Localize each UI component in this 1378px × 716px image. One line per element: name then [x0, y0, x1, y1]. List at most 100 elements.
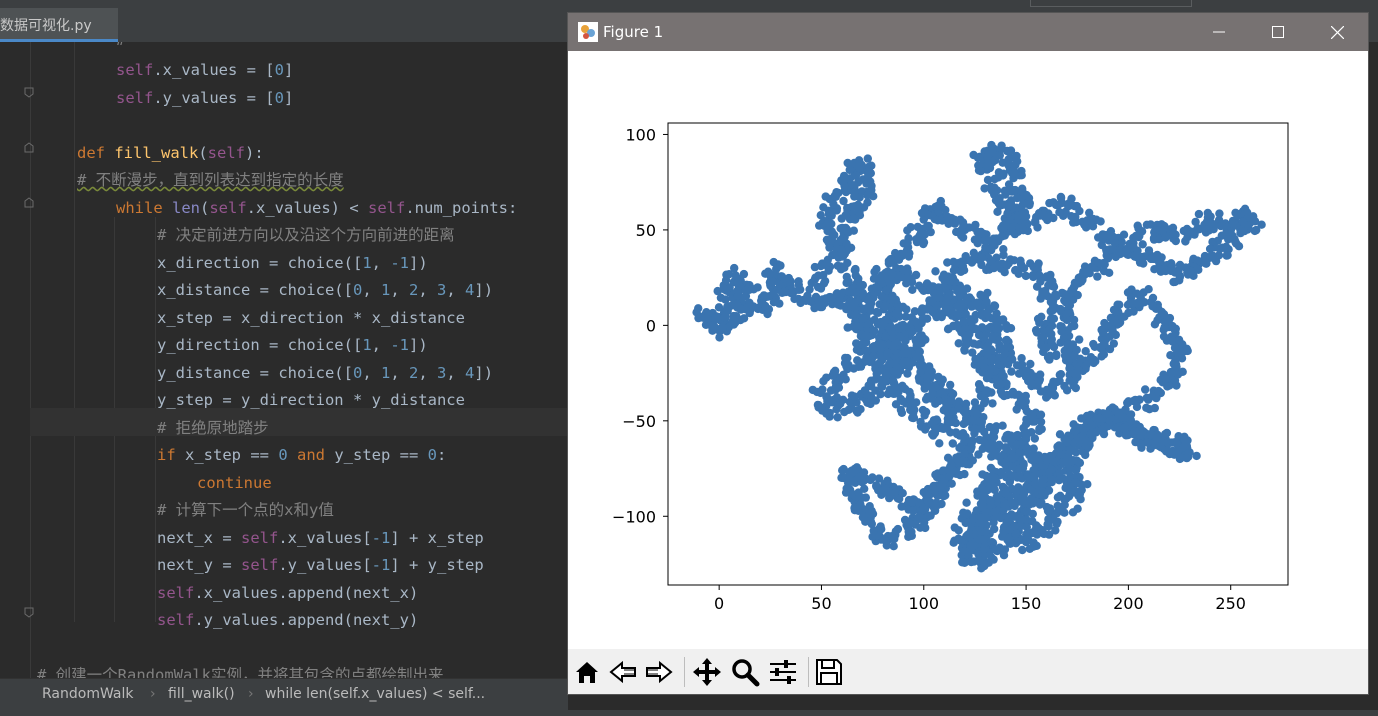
- scatter-point: [884, 259, 894, 268]
- scatter-point: [853, 356, 862, 365]
- scatter-point: [967, 557, 976, 567]
- scatter-point: [919, 505, 928, 514]
- scatter-point: [1018, 493, 1027, 503]
- scatter-point: [860, 484, 869, 493]
- breadcrumb-loop[interactable]: while len(self.x_values) < self...: [265, 686, 485, 702]
- scatter-point: [1035, 426, 1044, 436]
- scatter-point: [982, 342, 991, 352]
- fold-end-icon[interactable]: [24, 607, 34, 618]
- scatter-point: [992, 151, 1002, 160]
- scatter-point: [959, 317, 968, 326]
- scatter-point: [1244, 221, 1253, 230]
- gutter-divider: [30, 42, 31, 678]
- code-token: self: [157, 584, 195, 602]
- code-token: .x_values[: [278, 529, 372, 547]
- code-token: 0: [352, 364, 363, 382]
- scatter-point: [1150, 403, 1159, 413]
- code-token: 2: [409, 364, 419, 382]
- code-token: 3: [437, 364, 447, 382]
- figure-canvas[interactable]: 0 50 100 150 200 250 100 50 0 −50 −100: [568, 51, 1368, 649]
- code-line: next_y = self.y_values[-1] + y_step: [157, 555, 484, 575]
- code-line: # 不断漫步，直到列表达到指定的长度: [77, 170, 344, 190]
- scatter-point: [980, 184, 989, 193]
- scatter-point: [1058, 289, 1068, 298]
- scatter-point: [1056, 193, 1066, 203]
- close-button[interactable]: [1308, 13, 1366, 51]
- code-token: ]): [409, 336, 428, 354]
- scatter-point: [1006, 255, 1015, 264]
- scatter-point: [1063, 437, 1072, 447]
- home-button[interactable]: [570, 654, 604, 690]
- scatter-point: [838, 223, 847, 233]
- forward-button[interactable]: [642, 654, 676, 690]
- code-token: self: [241, 529, 279, 547]
- configure-subplots-button[interactable]: [766, 654, 800, 690]
- code-token: self: [116, 89, 154, 107]
- back-button[interactable]: [606, 654, 640, 690]
- scatter-point: [741, 286, 750, 295]
- fold-start-icon[interactable]: [24, 142, 34, 153]
- scatter-point: [987, 186, 997, 195]
- figure-titlebar[interactable]: Figure 1: [568, 13, 1368, 51]
- x-tick-label: 200: [1113, 594, 1144, 613]
- scatter-point: [816, 284, 826, 293]
- scatter-point: [987, 364, 996, 374]
- code-line: # 计算下一个点的x和y值: [157, 500, 334, 520]
- scatter-point: [1048, 293, 1057, 303]
- fold-start-icon[interactable]: [24, 197, 34, 208]
- scatter-point: [1048, 281, 1057, 291]
- code-token: .x_values) <: [246, 199, 368, 217]
- scatter-point: [1183, 268, 1192, 277]
- scatter-point: [982, 265, 991, 275]
- scatter-point: [1027, 528, 1037, 538]
- scatter-point: [819, 270, 828, 280]
- pan-button[interactable]: [690, 654, 724, 690]
- scatter-point: [1169, 324, 1179, 333]
- code-token: x_direction = choice([: [157, 254, 363, 272]
- scatter-point: [810, 262, 820, 272]
- scatter-point: [808, 385, 817, 395]
- scatter-point: [1057, 327, 1066, 336]
- scatter-point: [1142, 403, 1151, 412]
- scatter-point: [1036, 410, 1046, 419]
- back-icon: [609, 660, 636, 684]
- code-token: ,: [390, 281, 409, 299]
- code-editor[interactable]: # self.x_values = [0]self.y_values = [0]…: [0, 42, 568, 678]
- minimize-button[interactable]: [1190, 13, 1248, 51]
- scatter-point: [1071, 383, 1080, 393]
- scatter-point: [1171, 236, 1180, 246]
- scatter-point: [965, 532, 974, 541]
- scatter-point: [1163, 382, 1172, 391]
- scatter-point: [841, 375, 850, 384]
- scatter-point: [942, 307, 952, 316]
- scatter-point: [908, 285, 917, 294]
- scatter-point: [932, 415, 941, 424]
- scatter-point: [1068, 340, 1077, 349]
- code-token: fill_walk: [114, 144, 199, 162]
- scatter-point: [853, 201, 863, 210]
- scatter-plot: 0 50 100 150 200 250 100 50 0 −50 −100: [612, 122, 1289, 613]
- scatter-point: [903, 369, 912, 378]
- breadcrumb-class[interactable]: RandomWalk: [42, 686, 134, 702]
- breadcrumb-method[interactable]: fill_walk(): [168, 686, 235, 702]
- save-button[interactable]: [812, 654, 846, 690]
- scatter-point: [1022, 190, 1031, 200]
- zoom-button[interactable]: [728, 654, 762, 690]
- scatter-point: [1074, 491, 1083, 500]
- scatter-point: [995, 440, 1004, 449]
- code-line: # 创建一个RandomWalk实例，并将其包含的点都绘制出来: [37, 665, 443, 678]
- code-token: # 决定前进方向以及沿这个方向前进的距离: [157, 226, 455, 244]
- scatter-point: [975, 518, 985, 527]
- scatter-point: [1206, 212, 1215, 221]
- editor-right-edge: [1368, 42, 1378, 710]
- scatter-point: [1052, 350, 1061, 359]
- scatter-point: [1154, 386, 1163, 396]
- maximize-button[interactable]: [1249, 13, 1307, 51]
- scatter-point: [973, 153, 983, 162]
- editor-tab-active[interactable]: 数据可视化.py: [0, 8, 118, 42]
- scatter-point: [1065, 199, 1074, 208]
- code-line: y_distance = choice([0, 1, 2, 3, 4]): [157, 363, 493, 383]
- fold-end-icon[interactable]: [24, 87, 34, 98]
- figure-title: Figure 1: [603, 23, 664, 41]
- scatter-point: [962, 255, 971, 265]
